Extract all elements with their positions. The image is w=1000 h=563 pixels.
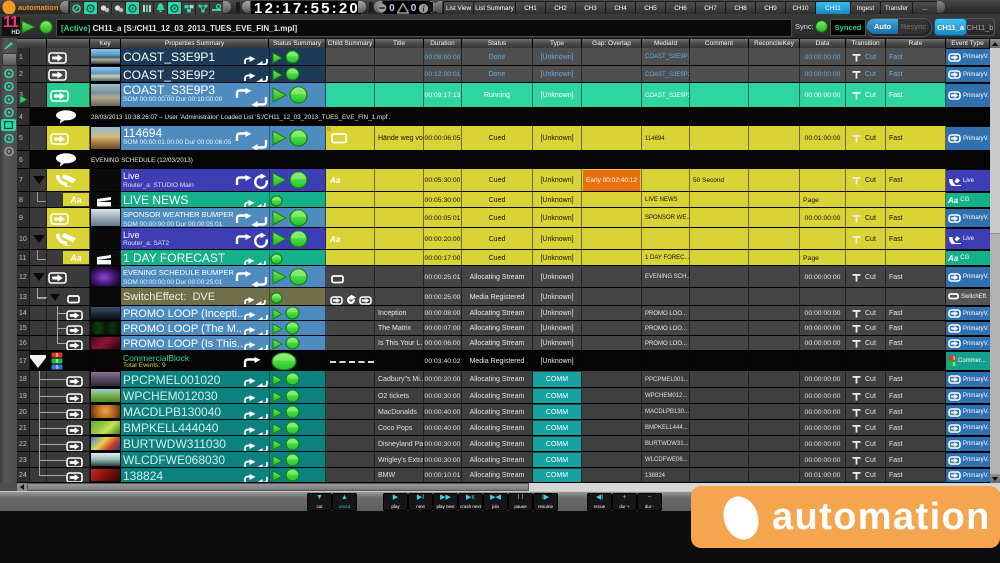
svg-text:$: $ — [953, 356, 956, 361]
svg-text:$: $ — [56, 365, 59, 370]
svg-text:$: $ — [56, 353, 59, 358]
svg-text:$: $ — [56, 359, 59, 364]
svg-text:$: $ — [953, 362, 956, 367]
